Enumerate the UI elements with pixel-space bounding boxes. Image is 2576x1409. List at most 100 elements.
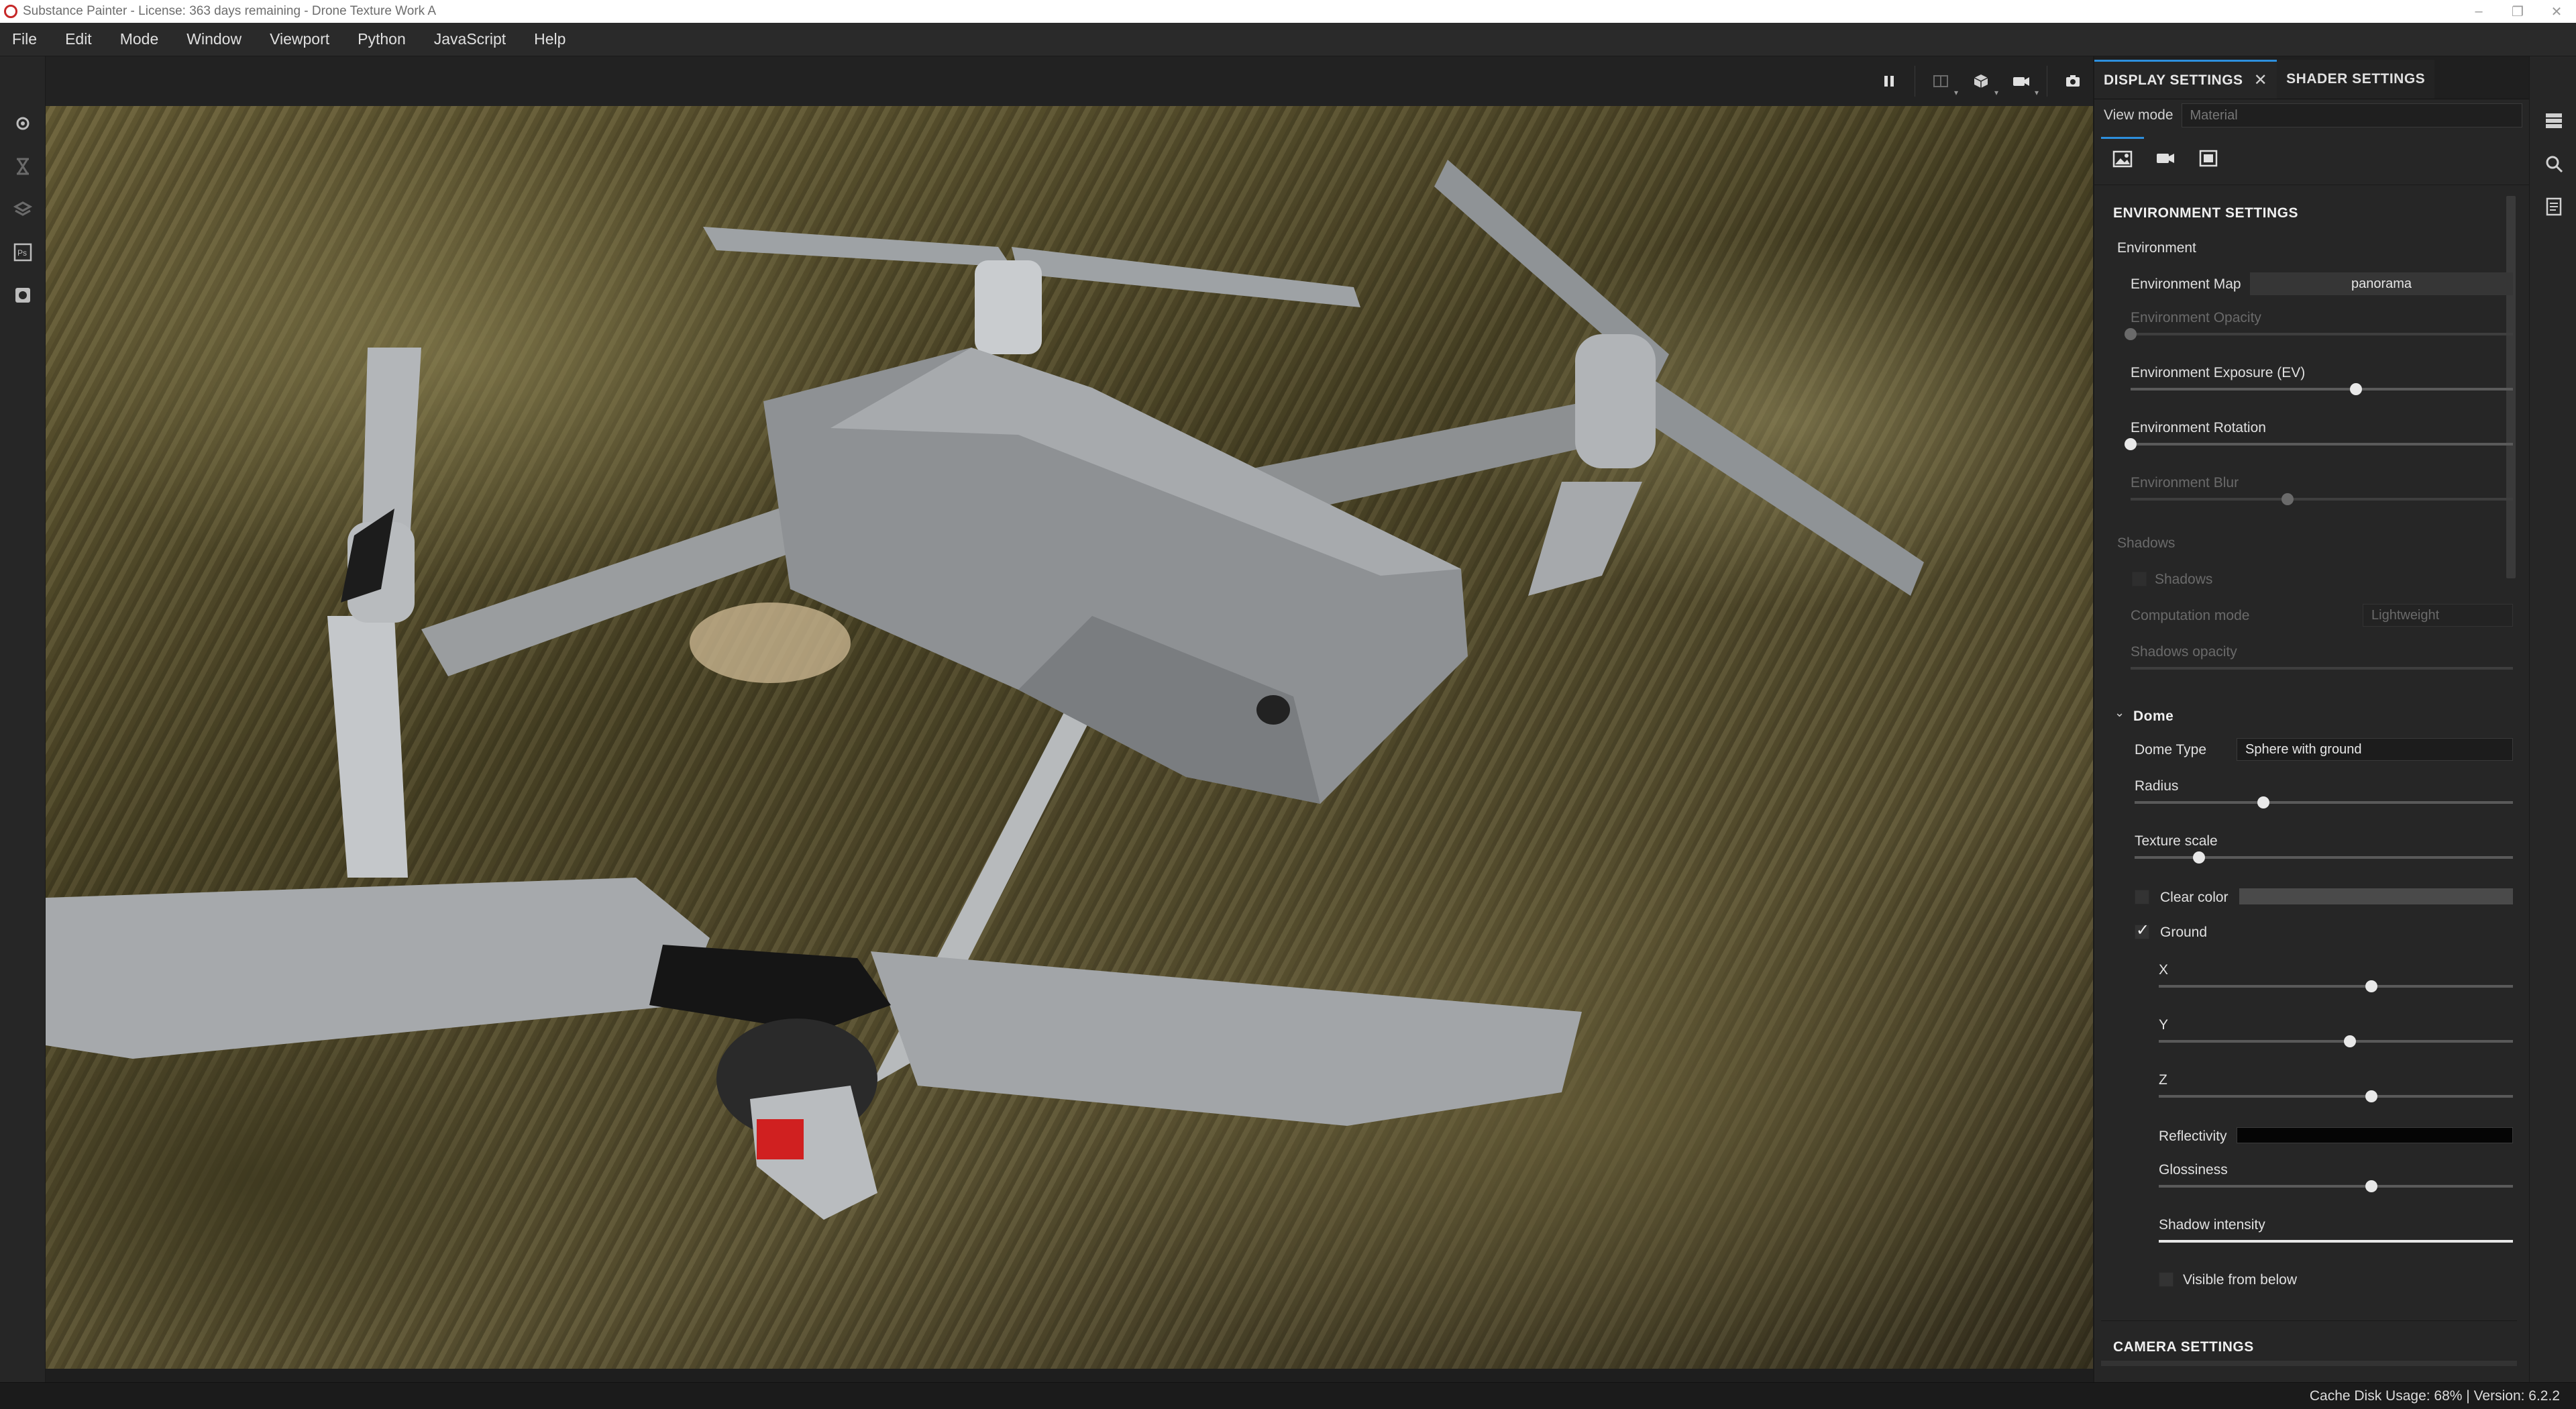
3d-viewport[interactable] <box>46 106 2093 1369</box>
glossiness-slider[interactable] <box>2159 1180 2513 1192</box>
status-bar: Cache Disk Usage: 68% | Version: 6.2.2 <box>0 1382 2576 1409</box>
slider-handle[interactable] <box>2257 796 2269 808</box>
reflectivity-label: Reflectivity <box>2159 1129 2227 1144</box>
camera-settings-header[interactable]: CAMERA SETTINGS <box>2113 1339 2254 1355</box>
reflectivity-swatch[interactable] <box>2237 1127 2513 1143</box>
menu-bar: File Edit Mode Window Viewport Python Ja… <box>0 23 2576 56</box>
menu-file[interactable]: File <box>0 30 51 48</box>
radius-label: Radius <box>2135 778 2179 794</box>
scrollbar[interactable] <box>2506 196 2516 578</box>
ground-y-slider[interactable] <box>2159 1035 2513 1047</box>
environment-blur-slider[interactable] <box>2131 493 2513 505</box>
ground-x-slider[interactable] <box>2159 980 2513 992</box>
tab-display-settings-label: DISPLAY SETTINGS <box>2104 72 2243 88</box>
section-divider <box>2101 1320 2517 1321</box>
menu-window[interactable]: Window <box>172 30 256 48</box>
layers-icon[interactable] <box>11 197 35 221</box>
hourglass-icon[interactable] <box>11 154 35 178</box>
environment-exposure-slider[interactable] <box>2131 383 2513 395</box>
view-mode-dropdown[interactable]: Material <box>2181 103 2522 127</box>
split-view-icon[interactable]: ▾ <box>1921 61 1961 101</box>
horizontal-scrollbar[interactable] <box>2101 1361 2517 1366</box>
radius-slider[interactable] <box>2135 796 2513 808</box>
menu-edit[interactable]: Edit <box>51 30 106 48</box>
menu-javascript[interactable]: JavaScript <box>420 30 520 48</box>
viewport-toolbar: ▾ ▾ ▾ <box>46 56 2093 106</box>
environment-exposure-label: Environment Exposure (EV) <box>2131 365 2306 380</box>
environment-opacity-slider[interactable] <box>2125 328 2513 340</box>
ground-x-label: X <box>2159 962 2169 978</box>
menu-help[interactable]: Help <box>520 30 580 48</box>
environment-map-label: Environment Map <box>2131 276 2241 292</box>
shadows-opacity-slider[interactable] <box>2131 667 2513 670</box>
slider-handle[interactable] <box>2125 438 2137 450</box>
pause-icon[interactable] <box>1869 61 1909 101</box>
tab-shader-settings[interactable]: SHADER SETTINGS <box>2277 60 2435 99</box>
photoshop-icon[interactable]: Ps <box>11 240 35 264</box>
zoom-icon[interactable] <box>2542 152 2566 176</box>
camera-icon[interactable] <box>2144 137 2187 180</box>
settings-scroll-area[interactable]: ENVIRONMENT SETTINGS Environment Environ… <box>2094 185 2529 1366</box>
slider-handle[interactable] <box>2344 1035 2357 1047</box>
slider-handle[interactable] <box>2350 383 2363 395</box>
clear-color-swatch[interactable] <box>2239 888 2513 904</box>
tab-display-settings[interactable]: DISPLAY SETTINGS ✕ <box>2094 60 2277 99</box>
glossiness-label: Glossiness <box>2159 1162 2228 1178</box>
window-title: Substance Painter - License: 363 days re… <box>23 4 437 18</box>
shadows-checkbox-label: Shadows <box>2155 572 2213 587</box>
slider-handle[interactable] <box>2365 1090 2377 1102</box>
shadows-opacity-label: Shadows opacity <box>2131 644 2237 660</box>
shadow-intensity-label: Shadow intensity <box>2159 1217 2265 1233</box>
visible-from-below-checkbox[interactable] <box>2159 1272 2174 1287</box>
minimize-button[interactable]: – <box>2459 0 2498 23</box>
chevron-down-icon: ▾ <box>2034 88 2039 97</box>
checkmark-icon: ✓ <box>2136 921 2150 939</box>
menu-mode[interactable]: Mode <box>106 30 173 48</box>
shadow-intensity-slider[interactable] <box>2159 1240 2513 1243</box>
shadows-group-label: Shadows <box>2117 535 2176 551</box>
chevron-down-icon: ▾ <box>1994 88 1998 97</box>
dome-type-label: Dome Type <box>2135 742 2206 758</box>
view-mode-label: View mode <box>2104 107 2174 123</box>
frame-icon[interactable] <box>2187 137 2230 180</box>
slider-handle[interactable] <box>2281 493 2294 505</box>
shadows-checkbox[interactable] <box>2132 572 2147 586</box>
slider-handle[interactable] <box>2192 851 2205 864</box>
chevron-down-icon[interactable]: ⌄ <box>2114 706 2125 720</box>
image-icon[interactable] <box>2101 136 2144 180</box>
window-controls: – ❐ ✕ <box>2459 0 2576 23</box>
paint-icon[interactable] <box>11 283 35 307</box>
environment-rotation-label: Environment Rotation <box>2131 420 2266 435</box>
texture-scale-slider[interactable] <box>2135 851 2513 864</box>
title-bar: Substance Painter - License: 363 days re… <box>0 0 2576 23</box>
chevron-down-icon: ▾ <box>1953 88 1958 97</box>
cube-icon[interactable]: ▾ <box>1961 61 2001 101</box>
menu-viewport[interactable]: Viewport <box>256 30 343 48</box>
dome-type-dropdown[interactable]: Sphere with ground <box>2237 738 2513 761</box>
dome-header[interactable]: Dome <box>2133 709 2174 725</box>
svg-text:Ps: Ps <box>17 248 27 258</box>
clear-color-checkbox[interactable] <box>2135 890 2149 904</box>
maximize-button[interactable]: ❐ <box>2498 0 2537 23</box>
computation-mode-dropdown[interactable]: Lightweight <box>2363 604 2513 627</box>
screenshot-icon[interactable] <box>2053 61 2093 101</box>
display-settings-panel: DISPLAY SETTINGS ✕ SHADER SETTINGS View … <box>2093 56 2529 1382</box>
environment-map-field[interactable]: panorama <box>2250 272 2513 295</box>
properties-icon[interactable] <box>2542 195 2566 219</box>
drone-model <box>46 160 1924 1220</box>
slider-handle[interactable] <box>2365 1180 2377 1192</box>
camera-icon[interactable]: ▾ <box>2001 61 2041 101</box>
ground-z-slider[interactable] <box>2159 1090 2513 1102</box>
close-window-button[interactable]: ✕ <box>2537 0 2576 23</box>
texture-set-icon[interactable] <box>2542 109 2566 133</box>
panel-tab-bar: DISPLAY SETTINGS ✕ SHADER SETTINGS <box>2094 56 2529 99</box>
slider-handle[interactable] <box>2365 980 2377 992</box>
settings-icon[interactable] <box>11 111 35 136</box>
close-icon[interactable]: ✕ <box>2254 70 2268 90</box>
menu-python[interactable]: Python <box>343 30 420 48</box>
settings-icon-tabs <box>2094 132 2529 185</box>
slider-handle[interactable] <box>2125 328 2137 340</box>
environment-rotation-slider[interactable] <box>2125 438 2513 450</box>
texture-scale-label: Texture scale <box>2135 833 2218 849</box>
status-text: Cache Disk Usage: 68% | Version: 6.2.2 <box>2309 1388 2560 1404</box>
